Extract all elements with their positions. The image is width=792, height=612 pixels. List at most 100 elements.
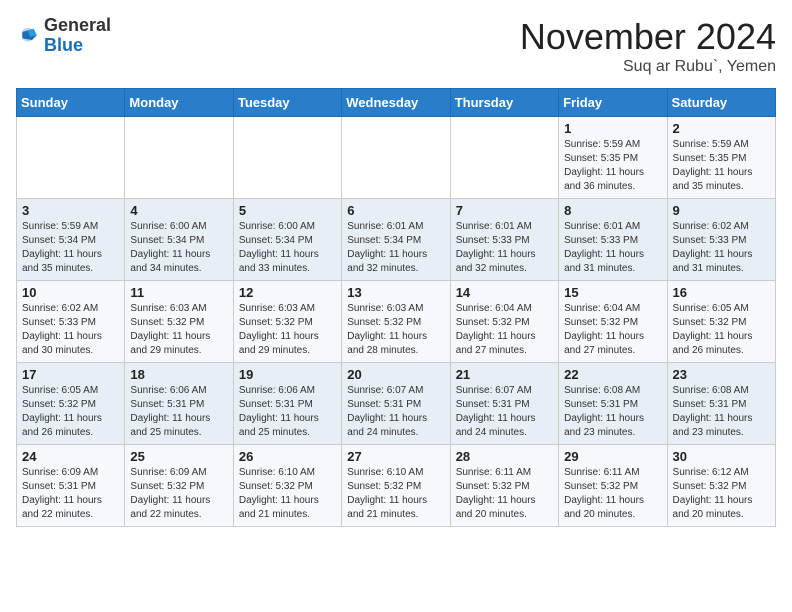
day-info: Sunrise: 6:06 AM Sunset: 5:31 PM Dayligh… [130,384,227,440]
day-number: 6 [347,203,444,218]
day-info: Sunrise: 6:01 AM Sunset: 5:33 PM Dayligh… [456,220,553,276]
location: Suq ar Rubu`, Yemen [520,58,776,76]
calendar-cell: 21Sunrise: 6:07 AM Sunset: 5:31 PM Dayli… [450,363,558,445]
day-number: 12 [239,285,336,300]
day-info: Sunrise: 6:05 AM Sunset: 5:32 PM Dayligh… [673,302,770,358]
day-info: Sunrise: 6:02 AM Sunset: 5:33 PM Dayligh… [673,220,770,276]
day-info: Sunrise: 6:08 AM Sunset: 5:31 PM Dayligh… [564,384,661,440]
calendar-week-row: 1Sunrise: 5:59 AM Sunset: 5:35 PM Daylig… [17,117,776,199]
calendar-cell: 30 Sunrise: 6:12 AM Sunset: 5:32 PM Dayli… [667,445,775,527]
day-number: 26 [239,449,336,464]
calendar-cell [342,117,450,199]
logo-icon [16,24,40,48]
day-number: 28 [456,449,553,464]
calendar-week-row: 17 Sunrise: 6:05 AM Sunset: 5:32 PM Dayli… [17,363,776,445]
title-block: November 2024 Suq ar Rubu`, Yemen [520,16,776,76]
calendar-cell: 18 Sunrise: 6:06 AM Sunset: 5:31 PM Dayli… [125,363,233,445]
day-number: 17 [22,367,119,382]
day-number: 11 [130,285,227,300]
calendar-cell [125,117,233,199]
day-info: Sunrise: 6:01 AM Sunset: 5:33 PM Dayligh… [564,220,661,276]
calendar-cell: 17 Sunrise: 6:05 AM Sunset: 5:32 PM Dayli… [17,363,125,445]
logo: General Blue [16,16,111,56]
calendar-cell [17,117,125,199]
day-number: 3 [22,203,119,218]
calendar-week-row: 24 Sunrise: 6:09 AM Sunset: 5:31 PM Dayli… [17,445,776,527]
calendar-cell: 22 Sunrise: 6:08 AM Sunset: 5:31 PM Dayli… [559,363,667,445]
day-number: 16 [673,285,770,300]
weekday-header: Monday [125,89,233,117]
weekday-header: Thursday [450,89,558,117]
day-info: Sunrise: 6:00 AM Sunset: 5:34 PM Dayligh… [130,220,227,276]
day-info: Sunrise: 6:07 AM Sunset: 5:31 PM Dayligh… [456,384,553,440]
calendar-cell: 2Sunrise: 5:59 AM Sunset: 5:35 PM Daylig… [667,117,775,199]
calendar-week-row: 10 Sunrise: 6:02 AM Sunset: 5:33 PM Dayli… [17,281,776,363]
calendar-cell [233,117,341,199]
calendar-cell: 10 Sunrise: 6:02 AM Sunset: 5:33 PM Dayli… [17,281,125,363]
calendar-cell: 9 Sunrise: 6:02 AM Sunset: 5:33 PM Daylig… [667,199,775,281]
calendar-cell: 4 Sunrise: 6:00 AM Sunset: 5:34 PM Daylig… [125,199,233,281]
day-number: 5 [239,203,336,218]
calendar-cell: 20 Sunrise: 6:07 AM Sunset: 5:31 PM Dayli… [342,363,450,445]
day-number: 24 [22,449,119,464]
calendar-cell: 1Sunrise: 5:59 AM Sunset: 5:35 PM Daylig… [559,117,667,199]
day-info: Sunrise: 6:09 AM Sunset: 5:31 PM Dayligh… [22,466,119,522]
day-info: Sunrise: 5:59 AM Sunset: 5:35 PM Dayligh… [564,138,661,194]
day-info: Sunrise: 6:05 AM Sunset: 5:32 PM Dayligh… [22,384,119,440]
calendar-cell: 12 Sunrise: 6:03 AM Sunset: 5:32 PM Dayli… [233,281,341,363]
calendar-table: SundayMondayTuesdayWednesdayThursdayFrid… [16,88,776,527]
day-info: Sunrise: 6:04 AM Sunset: 5:32 PM Dayligh… [456,302,553,358]
day-number: 19 [239,367,336,382]
day-info: Sunrise: 6:03 AM Sunset: 5:32 PM Dayligh… [239,302,336,358]
day-number: 29 [564,449,661,464]
calendar-header: SundayMondayTuesdayWednesdayThursdayFrid… [17,89,776,117]
weekday-header-row: SundayMondayTuesdayWednesdayThursdayFrid… [17,89,776,117]
day-info: Sunrise: 6:09 AM Sunset: 5:32 PM Dayligh… [130,466,227,522]
calendar-week-row: 3 Sunrise: 5:59 AM Sunset: 5:34 PM Daylig… [17,199,776,281]
calendar-cell: 14 Sunrise: 6:04 AM Sunset: 5:32 PM Dayli… [450,281,558,363]
calendar-body: 1Sunrise: 5:59 AM Sunset: 5:35 PM Daylig… [17,117,776,527]
day-number: 15 [564,285,661,300]
calendar-cell: 27 Sunrise: 6:10 AM Sunset: 5:32 PM Dayli… [342,445,450,527]
day-number: 22 [564,367,661,382]
calendar-cell: 23Sunrise: 6:08 AM Sunset: 5:31 PM Dayli… [667,363,775,445]
day-info: Sunrise: 6:02 AM Sunset: 5:33 PM Dayligh… [22,302,119,358]
weekday-header: Tuesday [233,89,341,117]
day-number: 14 [456,285,553,300]
day-info: Sunrise: 6:03 AM Sunset: 5:32 PM Dayligh… [347,302,444,358]
day-info: Sunrise: 6:12 AM Sunset: 5:32 PM Dayligh… [673,466,770,522]
day-info: Sunrise: 6:10 AM Sunset: 5:32 PM Dayligh… [239,466,336,522]
calendar-cell [450,117,558,199]
calendar-cell: 15 Sunrise: 6:04 AM Sunset: 5:32 PM Dayli… [559,281,667,363]
day-number: 20 [347,367,444,382]
calendar-cell: 24 Sunrise: 6:09 AM Sunset: 5:31 PM Dayli… [17,445,125,527]
weekday-header: Saturday [667,89,775,117]
day-number: 10 [22,285,119,300]
day-number: 23 [673,367,770,382]
calendar-cell: 25Sunrise: 6:09 AM Sunset: 5:32 PM Dayli… [125,445,233,527]
day-number: 30 [673,449,770,464]
calendar-cell: 8 Sunrise: 6:01 AM Sunset: 5:33 PM Daylig… [559,199,667,281]
calendar-cell: 29Sunrise: 6:11 AM Sunset: 5:32 PM Dayli… [559,445,667,527]
day-info: Sunrise: 5:59 AM Sunset: 5:34 PM Dayligh… [22,220,119,276]
calendar-cell: 13Sunrise: 6:03 AM Sunset: 5:32 PM Dayli… [342,281,450,363]
calendar-cell: 7 Sunrise: 6:01 AM Sunset: 5:33 PM Daylig… [450,199,558,281]
day-number: 27 [347,449,444,464]
day-info: Sunrise: 6:11 AM Sunset: 5:32 PM Dayligh… [456,466,553,522]
calendar-cell: 6 Sunrise: 6:01 AM Sunset: 5:34 PM Daylig… [342,199,450,281]
day-number: 7 [456,203,553,218]
calendar-cell: 11Sunrise: 6:03 AM Sunset: 5:32 PM Dayli… [125,281,233,363]
calendar-cell: 26 Sunrise: 6:10 AM Sunset: 5:32 PM Dayli… [233,445,341,527]
day-info: Sunrise: 6:04 AM Sunset: 5:32 PM Dayligh… [564,302,661,358]
day-number: 9 [673,203,770,218]
weekday-header: Sunday [17,89,125,117]
day-number: 4 [130,203,227,218]
day-info: Sunrise: 6:01 AM Sunset: 5:34 PM Dayligh… [347,220,444,276]
day-number: 18 [130,367,227,382]
day-info: Sunrise: 6:10 AM Sunset: 5:32 PM Dayligh… [347,466,444,522]
day-info: Sunrise: 6:07 AM Sunset: 5:31 PM Dayligh… [347,384,444,440]
day-info: Sunrise: 6:00 AM Sunset: 5:34 PM Dayligh… [239,220,336,276]
day-number: 8 [564,203,661,218]
month-title: November 2024 [520,16,776,58]
day-info: Sunrise: 5:59 AM Sunset: 5:35 PM Dayligh… [673,138,770,194]
